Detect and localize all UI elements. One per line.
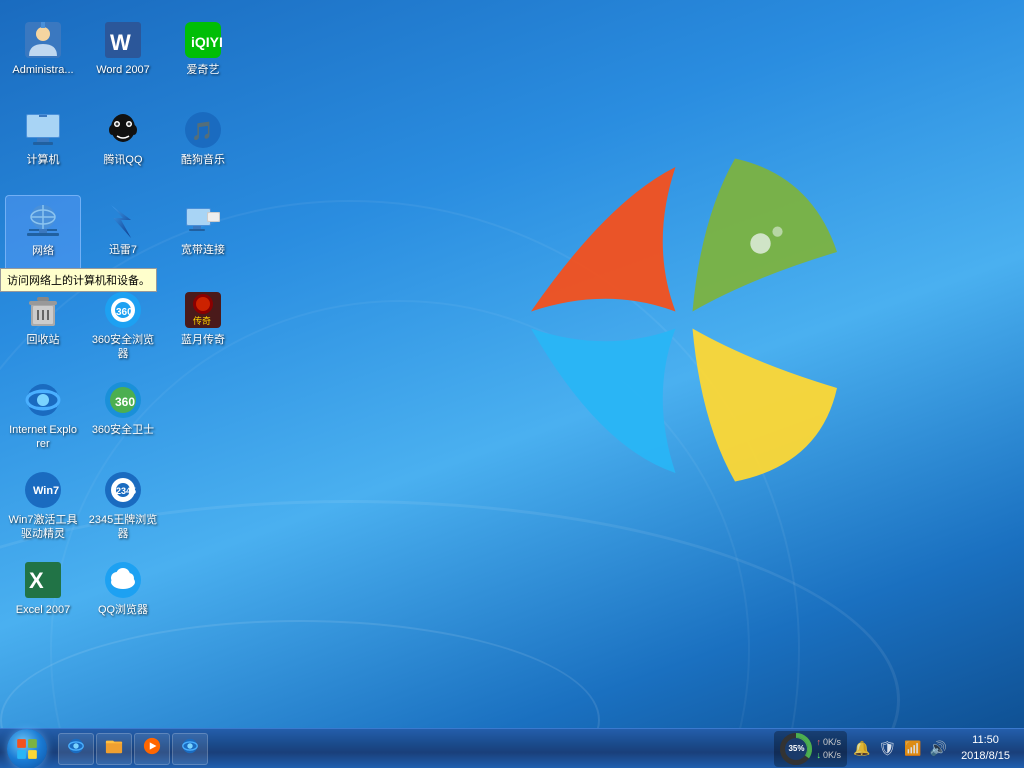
tray-shield-icon[interactable]: 🛡 (876, 738, 898, 759)
360guard-icon: 360 (103, 380, 143, 420)
computer-label: 计算机 (27, 153, 60, 167)
qq-label: 腾讯QQ (103, 153, 142, 167)
kugo-icon: 🎵 (183, 110, 223, 150)
kugo-label: 酷狗音乐 (181, 153, 225, 167)
desktop-icon-360browser[interactable]: 360 360安全浏览器 (85, 285, 161, 375)
desktop-icon-2345browser[interactable]: 2345 2345王牌浏览器 (85, 465, 161, 555)
clock[interactable]: 11:50 2018/8/15 (953, 733, 1018, 764)
tray-network-icon[interactable]: 📶 (902, 738, 923, 759)
svg-text:2345: 2345 (116, 486, 136, 496)
svg-text:🎵: 🎵 (191, 121, 213, 141)
win7activate-icon: Win7 (23, 470, 63, 510)
taskbar-ie2-icon (181, 737, 199, 760)
desktop-icon-ie[interactable]: Internet Explorer (5, 375, 81, 465)
network-speeds: ↑ 0K/s ↓ 0K/s (816, 736, 841, 761)
broadband-label: 宽带连接 (181, 243, 225, 257)
desktop-icon-excel[interactable]: X Excel 2007 (5, 555, 81, 645)
svg-text:X: X (29, 568, 44, 593)
bluemoon-icon: 传奇 (183, 290, 223, 330)
network-speed-widget[interactable]: 35% ↑ 0K/s ↓ 0K/s (774, 731, 847, 767)
desktop-icon-win7activate[interactable]: Win7 Win7激活工具驱动精灵 (5, 465, 81, 555)
excel-icon: X (23, 560, 63, 600)
download-arrow: ↓ (816, 749, 821, 762)
xunlei-label: 迅雷7 (109, 243, 137, 257)
bluemoon-label: 蓝月传奇 (181, 333, 225, 347)
windows-flag-logo (514, 150, 854, 490)
broadband-icon (183, 200, 223, 240)
ie-label: Internet Explorer (8, 423, 78, 452)
qqbrowser-icon (103, 560, 143, 600)
clock-time: 11:50 (972, 733, 999, 748)
word2007-label: Word 2007 (96, 63, 150, 77)
desktop-icon-word2007[interactable]: W Word 2007 (85, 15, 161, 105)
computer-icon (23, 110, 63, 150)
360guard-label: 360安全卫士 (92, 423, 154, 437)
desktop-icon-xunlei[interactable]: 迅雷7 (85, 195, 161, 285)
cpu-percent-label: 35% (785, 738, 807, 760)
administrator-icon (23, 20, 63, 60)
desktop-icon-iqiyi[interactable]: iQIYI 爱奇艺 (165, 15, 241, 105)
desktop-icon-qqbrowser[interactable]: QQ浏览器 (85, 555, 161, 645)
taskbar-ie-icon (67, 737, 85, 760)
svg-text:iQIYI: iQIYI (191, 34, 223, 50)
icons-area: Administra... W Word 2007 iQIYI 爱奇艺 (0, 10, 250, 730)
svg-text:W: W (110, 30, 131, 55)
clock-date: 2018/8/15 (961, 749, 1010, 764)
desktop-icon-kugo[interactable]: 🎵 酷狗音乐 (165, 105, 241, 195)
cpu-usage-circle: 35% (780, 733, 812, 765)
360browser-icon: 360 (103, 290, 143, 330)
desktop-icon-broadband[interactable]: 宽带连接 (165, 195, 241, 285)
excel-label: Excel 2007 (16, 603, 70, 617)
qq-icon (103, 110, 143, 150)
svg-text:360: 360 (116, 307, 133, 318)
desktop-icon-administrator[interactable]: Administra... (5, 15, 81, 105)
tray-volume-icon[interactable]: 🔊 (928, 738, 949, 759)
upload-arrow: ↑ (816, 736, 821, 749)
qqbrowser-label: QQ浏览器 (98, 603, 148, 617)
taskbar-ie[interactable] (58, 733, 94, 765)
taskbar-filemanager-icon (105, 737, 123, 760)
desktop-icon-360guard[interactable]: 360 360安全卫士 (85, 375, 161, 465)
svg-text:Win7: Win7 (33, 485, 59, 497)
network-label: 网络 (32, 244, 54, 258)
upload-speed-label: 0K/s (823, 736, 841, 749)
xunlei-icon (103, 200, 143, 240)
recycle-label: 回收站 (27, 333, 60, 347)
start-orb (7, 729, 47, 768)
svg-text:360: 360 (115, 395, 135, 409)
svg-text:传奇: 传奇 (193, 315, 211, 326)
taskbar-ie2[interactable] (172, 733, 208, 765)
upload-speed: ↑ 0K/s (816, 736, 841, 749)
start-button[interactable] (0, 729, 54, 768)
360browser-label: 360安全浏览器 (88, 333, 158, 362)
tray-notification-icon[interactable]: 🔔 (851, 738, 872, 759)
taskbar: 35% ↑ 0K/s ↓ 0K/s 🔔 🛡 📶 🔊 (0, 728, 1024, 768)
iqiyi-icon: iQIYI (183, 20, 223, 60)
iqiyi-label: 爱奇艺 (187, 63, 220, 77)
taskbar-filemanager[interactable] (96, 733, 132, 765)
desktop-icon-recycle[interactable]: 回收站 (5, 285, 81, 375)
desktop-icon-network[interactable]: 网络 (5, 195, 81, 285)
desktop-icon-bluemoon[interactable]: 传奇 蓝月传奇 (165, 285, 241, 375)
2345browser-label: 2345王牌浏览器 (88, 513, 158, 542)
taskbar-mediaplayer[interactable] (134, 733, 170, 765)
desktop-icon-computer[interactable]: 计算机 (5, 105, 81, 195)
download-speed: ↓ 0K/s (816, 749, 841, 762)
desktop-icon-qq[interactable]: 腾讯QQ (85, 105, 161, 195)
network-icon (23, 201, 63, 241)
win7activate-label: Win7激活工具驱动精灵 (8, 513, 78, 542)
recycle-icon (23, 290, 63, 330)
taskbar-items (54, 733, 768, 765)
ie-icon (23, 380, 63, 420)
system-tray: 35% ↑ 0K/s ↓ 0K/s 🔔 🛡 📶 🔊 (768, 729, 1024, 768)
2345browser-icon: 2345 (103, 470, 143, 510)
word2007-icon: W (103, 20, 143, 60)
taskbar-mediaplayer-icon (143, 737, 161, 760)
download-speed-label: 0K/s (823, 749, 841, 762)
desktop: Administra... W Word 2007 iQIYI 爱奇艺 (0, 0, 1024, 768)
administrator-label: Administra... (12, 63, 73, 77)
